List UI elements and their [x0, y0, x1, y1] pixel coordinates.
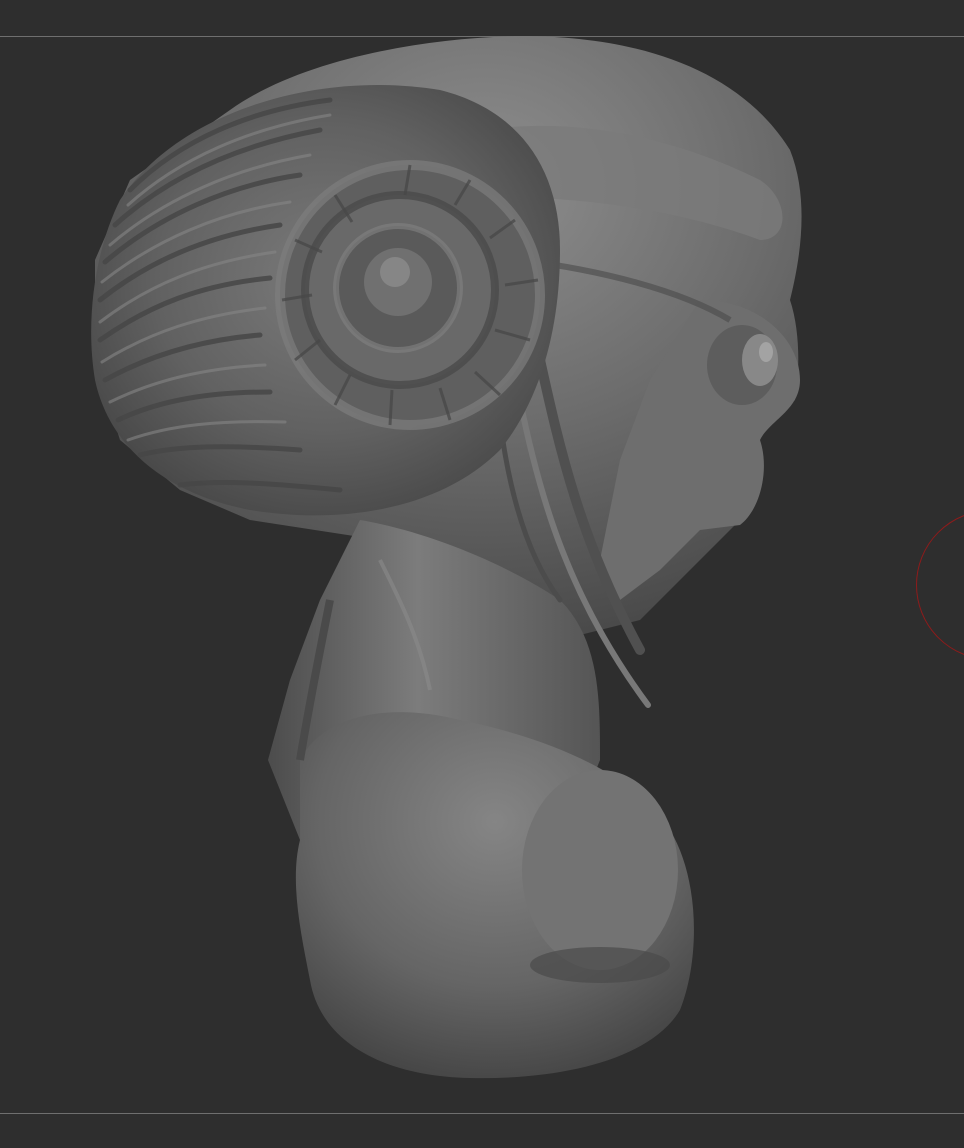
- chest-lobe: [522, 770, 678, 970]
- coil-center: [380, 257, 410, 287]
- eye: [742, 334, 778, 386]
- sculpt-viewport-canvas[interactable]: [0, 0, 964, 1148]
- sculpted-model[interactable]: [0, 0, 964, 1148]
- chest-lobe-shadow: [530, 947, 670, 983]
- eye-highlight: [759, 342, 773, 362]
